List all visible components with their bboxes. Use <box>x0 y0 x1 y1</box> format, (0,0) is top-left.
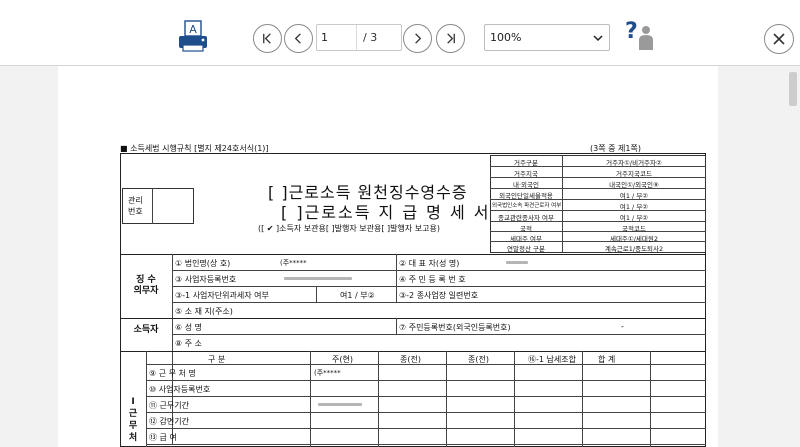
work-col-header: 구 분 <box>208 355 226 364</box>
mgmt-label-1: 관리 <box>128 196 143 205</box>
viewer-toolbar: A / 3 100% ? <box>0 0 800 66</box>
payer-unit-tax-label: ③-1 사업자단위과세자 여부 <box>175 291 269 300</box>
print-icon[interactable]: A <box>176 20 210 54</box>
last-page-icon <box>447 33 455 44</box>
payer-address-label: ⑤ 소 재 지(주소) <box>175 307 233 316</box>
earner-address-label: ⑧ 주 소 <box>175 339 202 348</box>
residency-value: 내국인①/외국인⑨ <box>609 181 659 189</box>
work-col-header: 주(현) <box>332 355 353 364</box>
residency-label: 거주구분 <box>514 159 538 167</box>
first-page-button[interactable] <box>253 24 282 53</box>
payer-unit-tax-value: 여1 / 부② <box>340 291 375 300</box>
prev-page-icon <box>294 33 301 44</box>
zoom-value: 100% <box>490 31 522 44</box>
first-page-icon <box>263 33 271 44</box>
residency-value: 계속근로1/중도퇴사2 <box>604 245 664 253</box>
work-row-current: (주***** <box>314 369 341 377</box>
last-page-button[interactable] <box>436 24 465 53</box>
payer-section-label: 징 수 의무자 <box>133 275 159 296</box>
payer-rep-label: ② 대 표 자(성 명) <box>399 259 460 268</box>
residency-value: 여1 / 부② <box>619 192 649 200</box>
close-icon <box>773 33 785 45</box>
vertical-scrollbar[interactable] <box>786 66 800 447</box>
earner-rrn-value: - <box>621 322 624 331</box>
work-col-header: ⑯-1 납세조합 <box>528 355 576 364</box>
payer-rrn-label: ④ 주 민 등 록 번 호 <box>399 275 466 284</box>
residency-value: 세대주①/세대원2 <box>609 235 659 243</box>
page-total: / 3 <box>363 31 378 44</box>
help-icon[interactable]: ? <box>622 18 656 56</box>
document-page: ■ 소득세법 시행규칙 [별지 제24호서식(1)] (3쪽 중 제1쪽) 관리… <box>58 66 718 447</box>
page-number-input[interactable] <box>317 25 357 50</box>
residency-label: 내·외국인 <box>513 181 539 189</box>
work-row-label: ⑨ 근 무 처 명 <box>149 369 196 378</box>
residency-label: 종교관련종사자 여부 <box>498 214 554 222</box>
redacted-text <box>506 261 528 264</box>
work-col-header: 종(전) <box>400 355 421 364</box>
residency-label: 국적 <box>520 225 532 233</box>
residency-label: 외국인단일세율적용 <box>499 192 553 200</box>
residency-label: 연말정산 구분 <box>507 245 545 253</box>
svg-text:A: A <box>189 23 197 36</box>
zoom-select[interactable]: 100% <box>484 24 610 51</box>
earner-name-label: ⑥ 성 명 <box>175 323 202 332</box>
earner-section-label: 소득자 <box>133 325 159 335</box>
payer-branch-label: ③-2 종사업장 일련번호 <box>399 291 479 300</box>
residency-label: 세대주 여부 <box>510 235 542 243</box>
prev-page-button[interactable] <box>284 24 313 53</box>
residency-value: 거주자①/비거주자② <box>606 159 662 167</box>
payer-bizno-label: ③ 사업자등록번호 <box>175 275 237 284</box>
work-row-label: ⑪ 근무기간 <box>149 401 189 410</box>
residency-label: 외국법인소속 파견근로자 여부 <box>492 203 562 209</box>
work-row-label: ⑬ 급 여 <box>149 433 177 442</box>
payer-company-value: (주***** <box>280 259 307 267</box>
mgmt-label-2: 번호 <box>128 207 143 216</box>
work-row-label: ⑩ 사업자등록번호 <box>149 385 211 394</box>
redacted-text <box>284 277 352 280</box>
residency-value: 여1 / 부② <box>619 214 649 222</box>
residency-label: 거주지국 <box>514 170 538 178</box>
work-section-label: Ⅰ 근 무 처 <box>128 397 138 443</box>
redacted-text <box>318 403 362 406</box>
earner-rrn-label: ⑦ 주민등록번호(외국인등록번호) <box>399 323 511 332</box>
close-button[interactable] <box>764 24 794 54</box>
work-row-label: ⑫ 감면기간 <box>149 417 189 426</box>
form-title-2: [ ]근로소득 지 급 명 세 서 <box>281 203 491 222</box>
next-page-button[interactable] <box>403 24 432 53</box>
work-col-header: 종(전) <box>468 355 489 364</box>
chevron-down-icon <box>593 35 603 42</box>
work-col-header: 합 계 <box>598 355 616 364</box>
next-page-icon <box>415 33 422 44</box>
scrollbar-thumb[interactable] <box>789 72 797 106</box>
form-title-3: ([ ✔ ]소득자 보관용[ ]발행자 보관용[ ]발행자 보고용) <box>258 224 440 233</box>
page-indicator: / 3 <box>316 24 402 51</box>
svg-text:?: ? <box>625 19 638 44</box>
residency-value: 여1 / 부② <box>619 203 649 211</box>
residency-value: 거주지국코드 <box>616 170 652 178</box>
payer-company-label: ① 법인명(상 호) <box>175 259 231 268</box>
residency-value: 국적코드 <box>622 225 646 233</box>
